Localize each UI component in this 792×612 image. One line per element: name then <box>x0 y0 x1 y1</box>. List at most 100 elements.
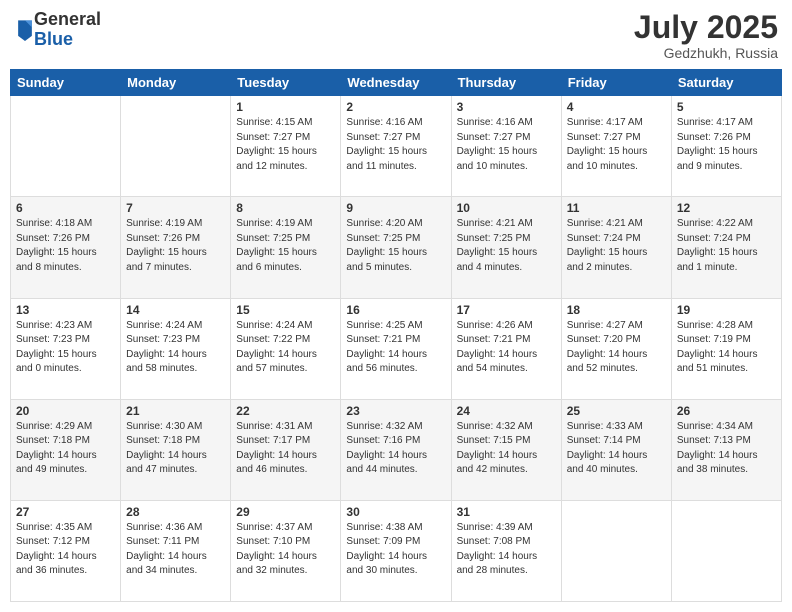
table-row: 14Sunrise: 4:24 AM Sunset: 7:23 PM Dayli… <box>121 298 231 399</box>
day-info: Sunrise: 4:35 AM Sunset: 7:12 PM Dayligh… <box>16 521 115 579</box>
table-row: 29 Sunrise: 4:37 AM Sunset: 7:10 PM Dayli… <box>231 500 341 601</box>
table-row: 23Sunrise: 4:32 AM Sunset: 7:16 PM Dayli… <box>341 399 451 500</box>
table-row: 5Sunrise: 4:17 AM Sunset: 7:26 PM Daylig… <box>671 96 781 197</box>
table-row: 12Sunrise: 4:22 AM Sunset: 7:24 PM Dayli… <box>671 197 781 298</box>
day-info: Sunrise: 4:18 AM Sunset: 7:26 PM Dayligh… <box>16 217 115 275</box>
day-number: 25 <box>567 404 666 418</box>
day-info: Sunrise: 4:31 AM Sunset: 7:17 PM Dayligh… <box>236 420 335 478</box>
table-row: 18 Sunrise: 4:27 AM Sunset: 7:20 PM Dayli… <box>561 298 671 399</box>
table-row: 2 Sunrise: 4:16 AM Sunset: 7:27 PM Daylig… <box>341 96 451 197</box>
week-row-4: 20 Sunrise: 4:29 AM Sunset: 7:18 PM Dayli… <box>11 399 782 500</box>
day-info: Sunrise: 4:16 AM Sunset: 7:27 PM Dayligh… <box>346 116 445 174</box>
table-row: 19 Sunrise: 4:28 AM Sunset: 7:19 PM Dayli… <box>671 298 781 399</box>
day-info: Sunrise: 4:30 AM Sunset: 7:18 PM Dayligh… <box>126 420 225 478</box>
month-title: July 2025 <box>634 10 778 45</box>
table-row: 28 Sunrise: 4:36 AM Sunset: 7:11 PM Dayli… <box>121 500 231 601</box>
day-number: 28 <box>126 505 225 519</box>
day-number: 16 <box>346 303 445 317</box>
table-row: 4 Sunrise: 4:17 AM Sunset: 7:27 PM Daylig… <box>561 96 671 197</box>
table-row <box>121 96 231 197</box>
calendar-table: Sunday Monday Tuesday Wednesday Thursday… <box>10 69 782 602</box>
title-block: July 2025 Gedzhukh, Russia <box>634 10 778 61</box>
day-number: 7 <box>126 201 225 215</box>
week-row-5: 27Sunrise: 4:35 AM Sunset: 7:12 PM Dayli… <box>11 500 782 601</box>
day-info: Sunrise: 4:33 AM Sunset: 7:14 PM Dayligh… <box>567 420 666 478</box>
day-info: Sunrise: 4:15 AM Sunset: 7:27 PM Dayligh… <box>236 116 335 174</box>
logo: General Blue <box>14 10 101 50</box>
day-info: Sunrise: 4:19 AM Sunset: 7:25 PM Dayligh… <box>236 217 335 275</box>
header-friday: Friday <box>561 70 671 96</box>
week-row-3: 13 Sunrise: 4:23 AM Sunset: 7:23 PM Dayli… <box>11 298 782 399</box>
table-row: 30 Sunrise: 4:38 AM Sunset: 7:09 PM Dayli… <box>341 500 451 601</box>
page: General Blue July 2025 Gedzhukh, Russia … <box>0 0 792 612</box>
header-sunday: Sunday <box>11 70 121 96</box>
header-thursday: Thursday <box>451 70 561 96</box>
table-row: 25 Sunrise: 4:33 AM Sunset: 7:14 PM Dayli… <box>561 399 671 500</box>
day-info: Sunrise: 4:28 AM Sunset: 7:19 PM Dayligh… <box>677 319 776 377</box>
day-info: Sunrise: 4:17 AM Sunset: 7:26 PM Dayligh… <box>677 116 776 174</box>
table-row: 1 Sunrise: 4:15 AM Sunset: 7:27 PM Daylig… <box>231 96 341 197</box>
table-row: 7 Sunrise: 4:19 AM Sunset: 7:26 PM Daylig… <box>121 197 231 298</box>
table-row: 3 Sunrise: 4:16 AM Sunset: 7:27 PM Daylig… <box>451 96 561 197</box>
day-number: 6 <box>16 201 115 215</box>
day-number: 30 <box>346 505 445 519</box>
day-info: Sunrise: 4:36 AM Sunset: 7:11 PM Dayligh… <box>126 521 225 579</box>
day-number: 8 <box>236 201 335 215</box>
day-info: Sunrise: 4:38 AM Sunset: 7:09 PM Dayligh… <box>346 521 445 579</box>
day-number: 29 <box>236 505 335 519</box>
table-row: 13 Sunrise: 4:23 AM Sunset: 7:23 PM Dayli… <box>11 298 121 399</box>
table-row: 27Sunrise: 4:35 AM Sunset: 7:12 PM Dayli… <box>11 500 121 601</box>
day-info: Sunrise: 4:24 AM Sunset: 7:22 PM Dayligh… <box>236 319 335 377</box>
day-info: Sunrise: 4:23 AM Sunset: 7:23 PM Dayligh… <box>16 319 115 377</box>
weekday-header-row: Sunday Monday Tuesday Wednesday Thursday… <box>11 70 782 96</box>
table-row: 17Sunrise: 4:26 AM Sunset: 7:21 PM Dayli… <box>451 298 561 399</box>
day-info: Sunrise: 4:21 AM Sunset: 7:25 PM Dayligh… <box>457 217 556 275</box>
day-number: 21 <box>126 404 225 418</box>
table-row: 11Sunrise: 4:21 AM Sunset: 7:24 PM Dayli… <box>561 197 671 298</box>
day-info: Sunrise: 4:27 AM Sunset: 7:20 PM Dayligh… <box>567 319 666 377</box>
day-number: 13 <box>16 303 115 317</box>
week-row-2: 6 Sunrise: 4:18 AM Sunset: 7:26 PM Daylig… <box>11 197 782 298</box>
day-info: Sunrise: 4:37 AM Sunset: 7:10 PM Dayligh… <box>236 521 335 579</box>
day-number: 9 <box>346 201 445 215</box>
header-saturday: Saturday <box>671 70 781 96</box>
day-number: 12 <box>677 201 776 215</box>
day-info: Sunrise: 4:16 AM Sunset: 7:27 PM Dayligh… <box>457 116 556 174</box>
logo-blue-text: Blue <box>34 30 101 50</box>
day-info: Sunrise: 4:32 AM Sunset: 7:15 PM Dayligh… <box>457 420 556 478</box>
day-info: Sunrise: 4:29 AM Sunset: 7:18 PM Dayligh… <box>16 420 115 478</box>
day-number: 2 <box>346 100 445 114</box>
day-info: Sunrise: 4:26 AM Sunset: 7:21 PM Dayligh… <box>457 319 556 377</box>
day-info: Sunrise: 4:17 AM Sunset: 7:27 PM Dayligh… <box>567 116 666 174</box>
day-info: Sunrise: 4:21 AM Sunset: 7:24 PM Dayligh… <box>567 217 666 275</box>
table-row: 26Sunrise: 4:34 AM Sunset: 7:13 PM Dayli… <box>671 399 781 500</box>
table-row: 16Sunrise: 4:25 AM Sunset: 7:21 PM Dayli… <box>341 298 451 399</box>
day-number: 18 <box>567 303 666 317</box>
day-number: 23 <box>346 404 445 418</box>
day-number: 22 <box>236 404 335 418</box>
day-number: 1 <box>236 100 335 114</box>
day-number: 19 <box>677 303 776 317</box>
table-row: 31Sunrise: 4:39 AM Sunset: 7:08 PM Dayli… <box>451 500 561 601</box>
header-wednesday: Wednesday <box>341 70 451 96</box>
week-row-1: 1 Sunrise: 4:15 AM Sunset: 7:27 PM Daylig… <box>11 96 782 197</box>
logo-text: General Blue <box>34 10 101 50</box>
day-info: Sunrise: 4:24 AM Sunset: 7:23 PM Dayligh… <box>126 319 225 377</box>
table-row: 21 Sunrise: 4:30 AM Sunset: 7:18 PM Dayli… <box>121 399 231 500</box>
day-number: 20 <box>16 404 115 418</box>
day-number: 26 <box>677 404 776 418</box>
header-monday: Monday <box>121 70 231 96</box>
table-row: 6 Sunrise: 4:18 AM Sunset: 7:26 PM Daylig… <box>11 197 121 298</box>
day-number: 4 <box>567 100 666 114</box>
day-number: 24 <box>457 404 556 418</box>
day-info: Sunrise: 4:39 AM Sunset: 7:08 PM Dayligh… <box>457 521 556 579</box>
day-number: 3 <box>457 100 556 114</box>
logo-general-text: General <box>34 10 101 30</box>
table-row: 20 Sunrise: 4:29 AM Sunset: 7:18 PM Dayli… <box>11 399 121 500</box>
header: General Blue July 2025 Gedzhukh, Russia <box>10 10 782 61</box>
table-row <box>561 500 671 601</box>
table-row <box>11 96 121 197</box>
day-info: Sunrise: 4:19 AM Sunset: 7:26 PM Dayligh… <box>126 217 225 275</box>
location-title: Gedzhukh, Russia <box>634 45 778 61</box>
day-info: Sunrise: 4:20 AM Sunset: 7:25 PM Dayligh… <box>346 217 445 275</box>
